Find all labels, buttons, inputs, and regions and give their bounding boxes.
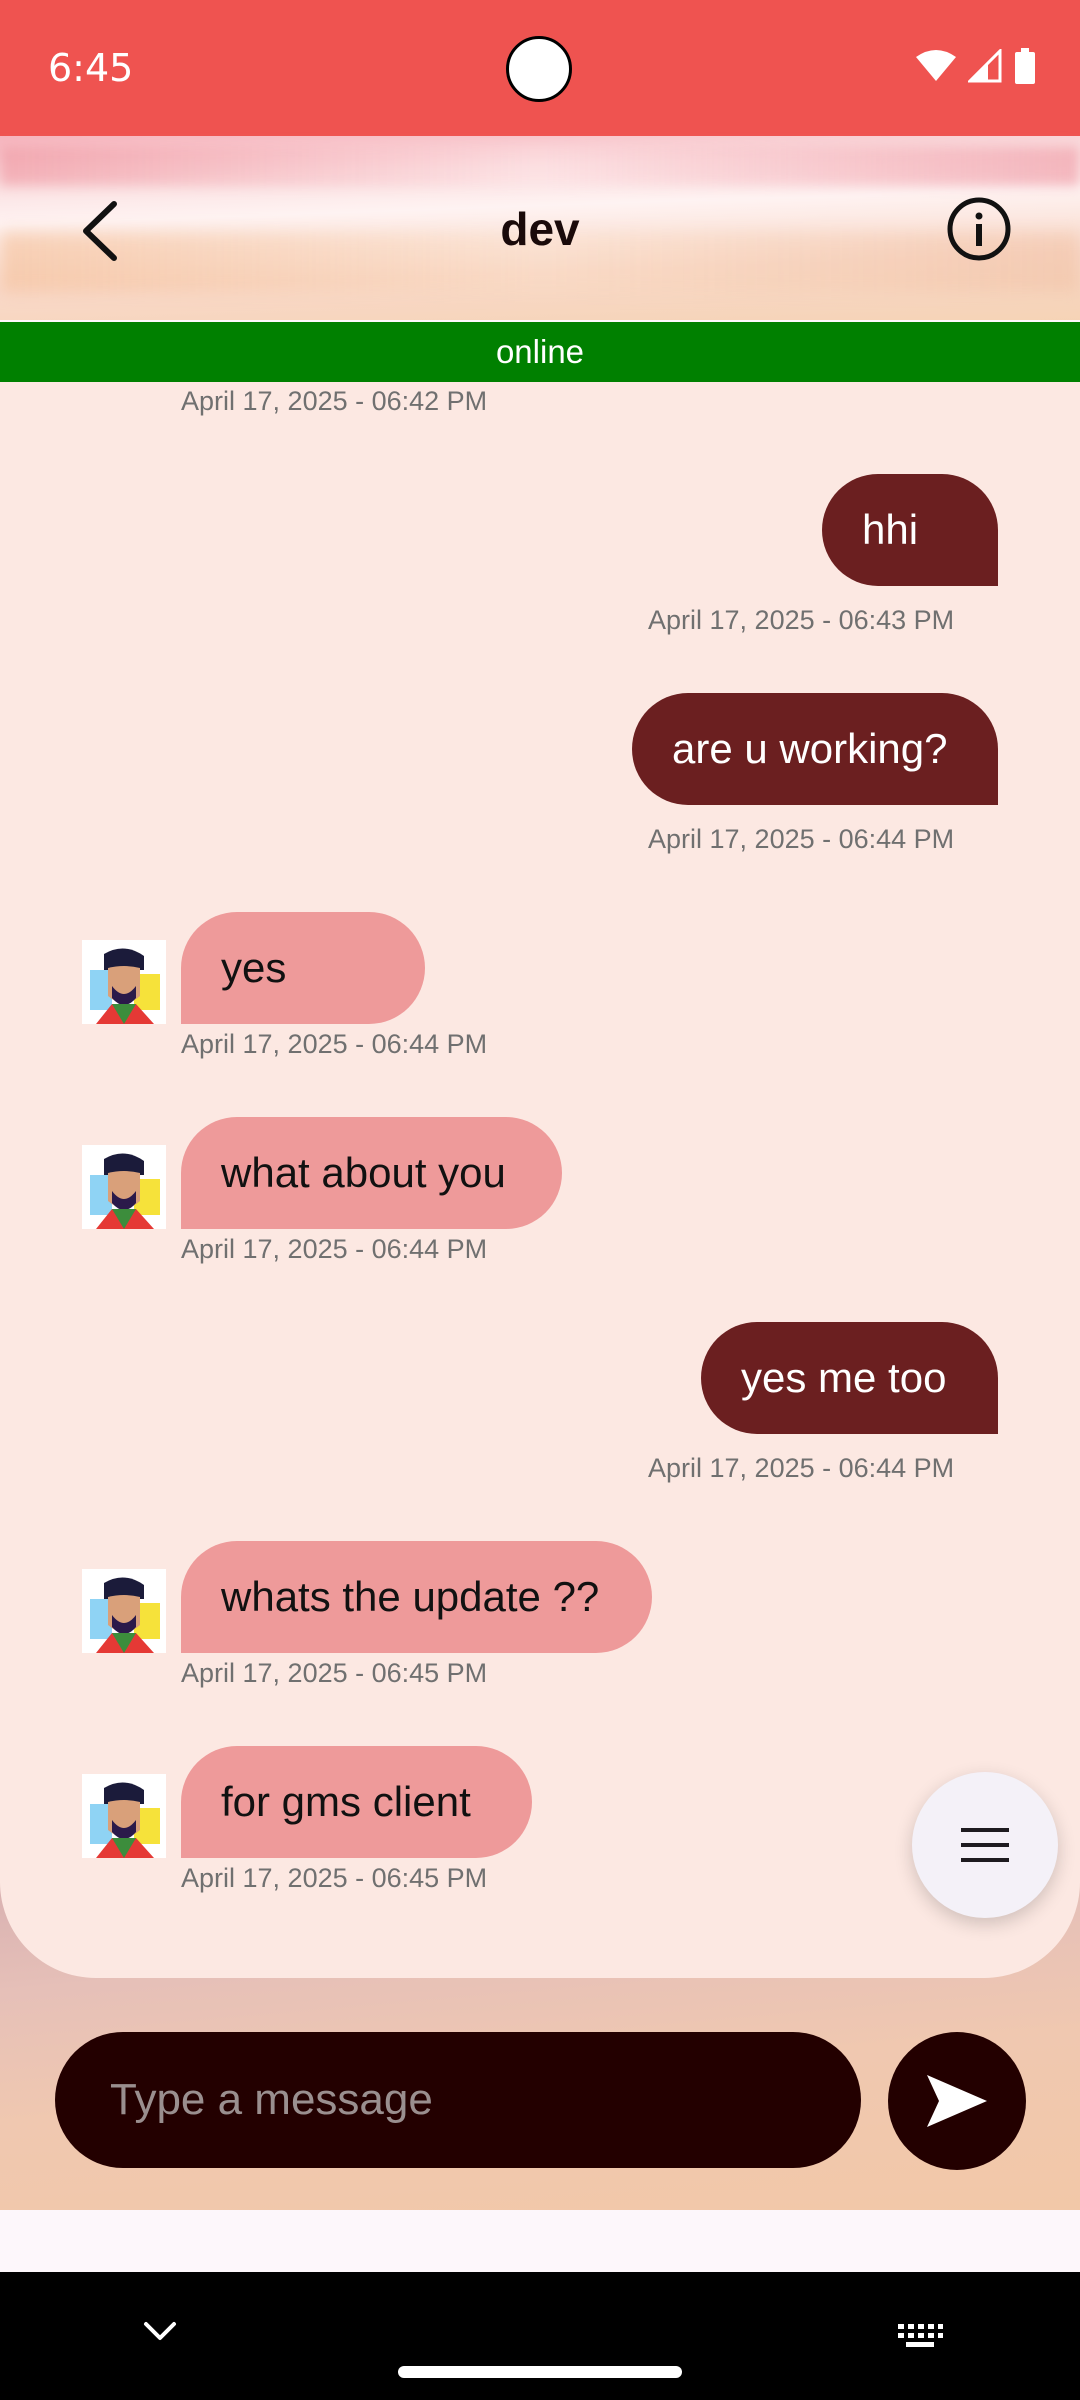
avatar-image (82, 1569, 166, 1653)
signal-icon (968, 49, 1002, 83)
message-input[interactable]: Type a message (55, 2032, 861, 2168)
message-timestamp: April 17, 2025 - 06:45 PM (181, 1863, 488, 1893)
message-timestamp: April 17, 2025 - 06:44 PM (181, 1234, 488, 1264)
keyboard-switch-button[interactable] (896, 2322, 944, 2355)
online-status-bar: online (0, 322, 1080, 382)
send-icon (927, 2075, 987, 2127)
sent-message-bubble[interactable]: yes me too (701, 1322, 998, 1434)
status-time: 6:45 (48, 46, 134, 90)
keyboard-icon (898, 2324, 943, 2347)
info-icon (947, 197, 1011, 261)
status-icons (916, 48, 1036, 84)
message-timestamp: April 17, 2025 - 06:42 PM (181, 386, 488, 416)
avatar[interactable] (82, 1569, 166, 1653)
status-bar: 6:45 (0, 0, 1080, 136)
received-message-bubble[interactable]: whats the update ?? (181, 1541, 652, 1653)
message-timestamp: April 17, 2025 - 06:45 PM (181, 1658, 488, 1688)
camera-cutout (506, 36, 572, 102)
message-timestamp: April 17, 2025 - 06:44 PM (648, 1453, 955, 1483)
battery-icon (1015, 48, 1035, 84)
avatar-image (82, 940, 166, 1024)
avatar[interactable] (82, 940, 166, 1024)
chat-screen: 6:45 dev online April 17, 2025 - 06:42 P… (0, 0, 1080, 2400)
home-handle[interactable] (398, 2366, 682, 2378)
sent-message-bubble[interactable]: are u working? (632, 693, 998, 805)
received-message-bubble[interactable]: yes (181, 912, 425, 1024)
chat-header: dev (0, 136, 1080, 320)
message-timestamp: April 17, 2025 - 06:44 PM (648, 824, 955, 854)
wifi-icon (916, 50, 956, 81)
avatar[interactable] (82, 1774, 166, 1858)
sent-message-bubble[interactable]: hhi (822, 474, 998, 586)
received-message-bubble[interactable]: for gms client (181, 1746, 532, 1858)
menu-fab-button[interactable] (912, 1772, 1058, 1918)
spacer (0, 2210, 1080, 2272)
hide-keyboard-button[interactable] (140, 2316, 180, 2351)
navigation-bar (0, 2272, 1080, 2400)
message-timestamp: April 17, 2025 - 06:43 PM (648, 605, 955, 635)
message-timestamp: April 17, 2025 - 06:44 PM (181, 1029, 488, 1059)
chevron-down-icon (144, 2322, 176, 2340)
received-message-bubble[interactable]: what about you (181, 1117, 562, 1229)
contact-name: dev (500, 203, 580, 255)
send-button[interactable] (888, 2032, 1026, 2170)
info-button[interactable] (944, 194, 1014, 264)
avatar-image (82, 1145, 166, 1229)
menu-icon (961, 1828, 1009, 1862)
avatar-image (82, 1774, 166, 1858)
avatar[interactable] (82, 1145, 166, 1229)
